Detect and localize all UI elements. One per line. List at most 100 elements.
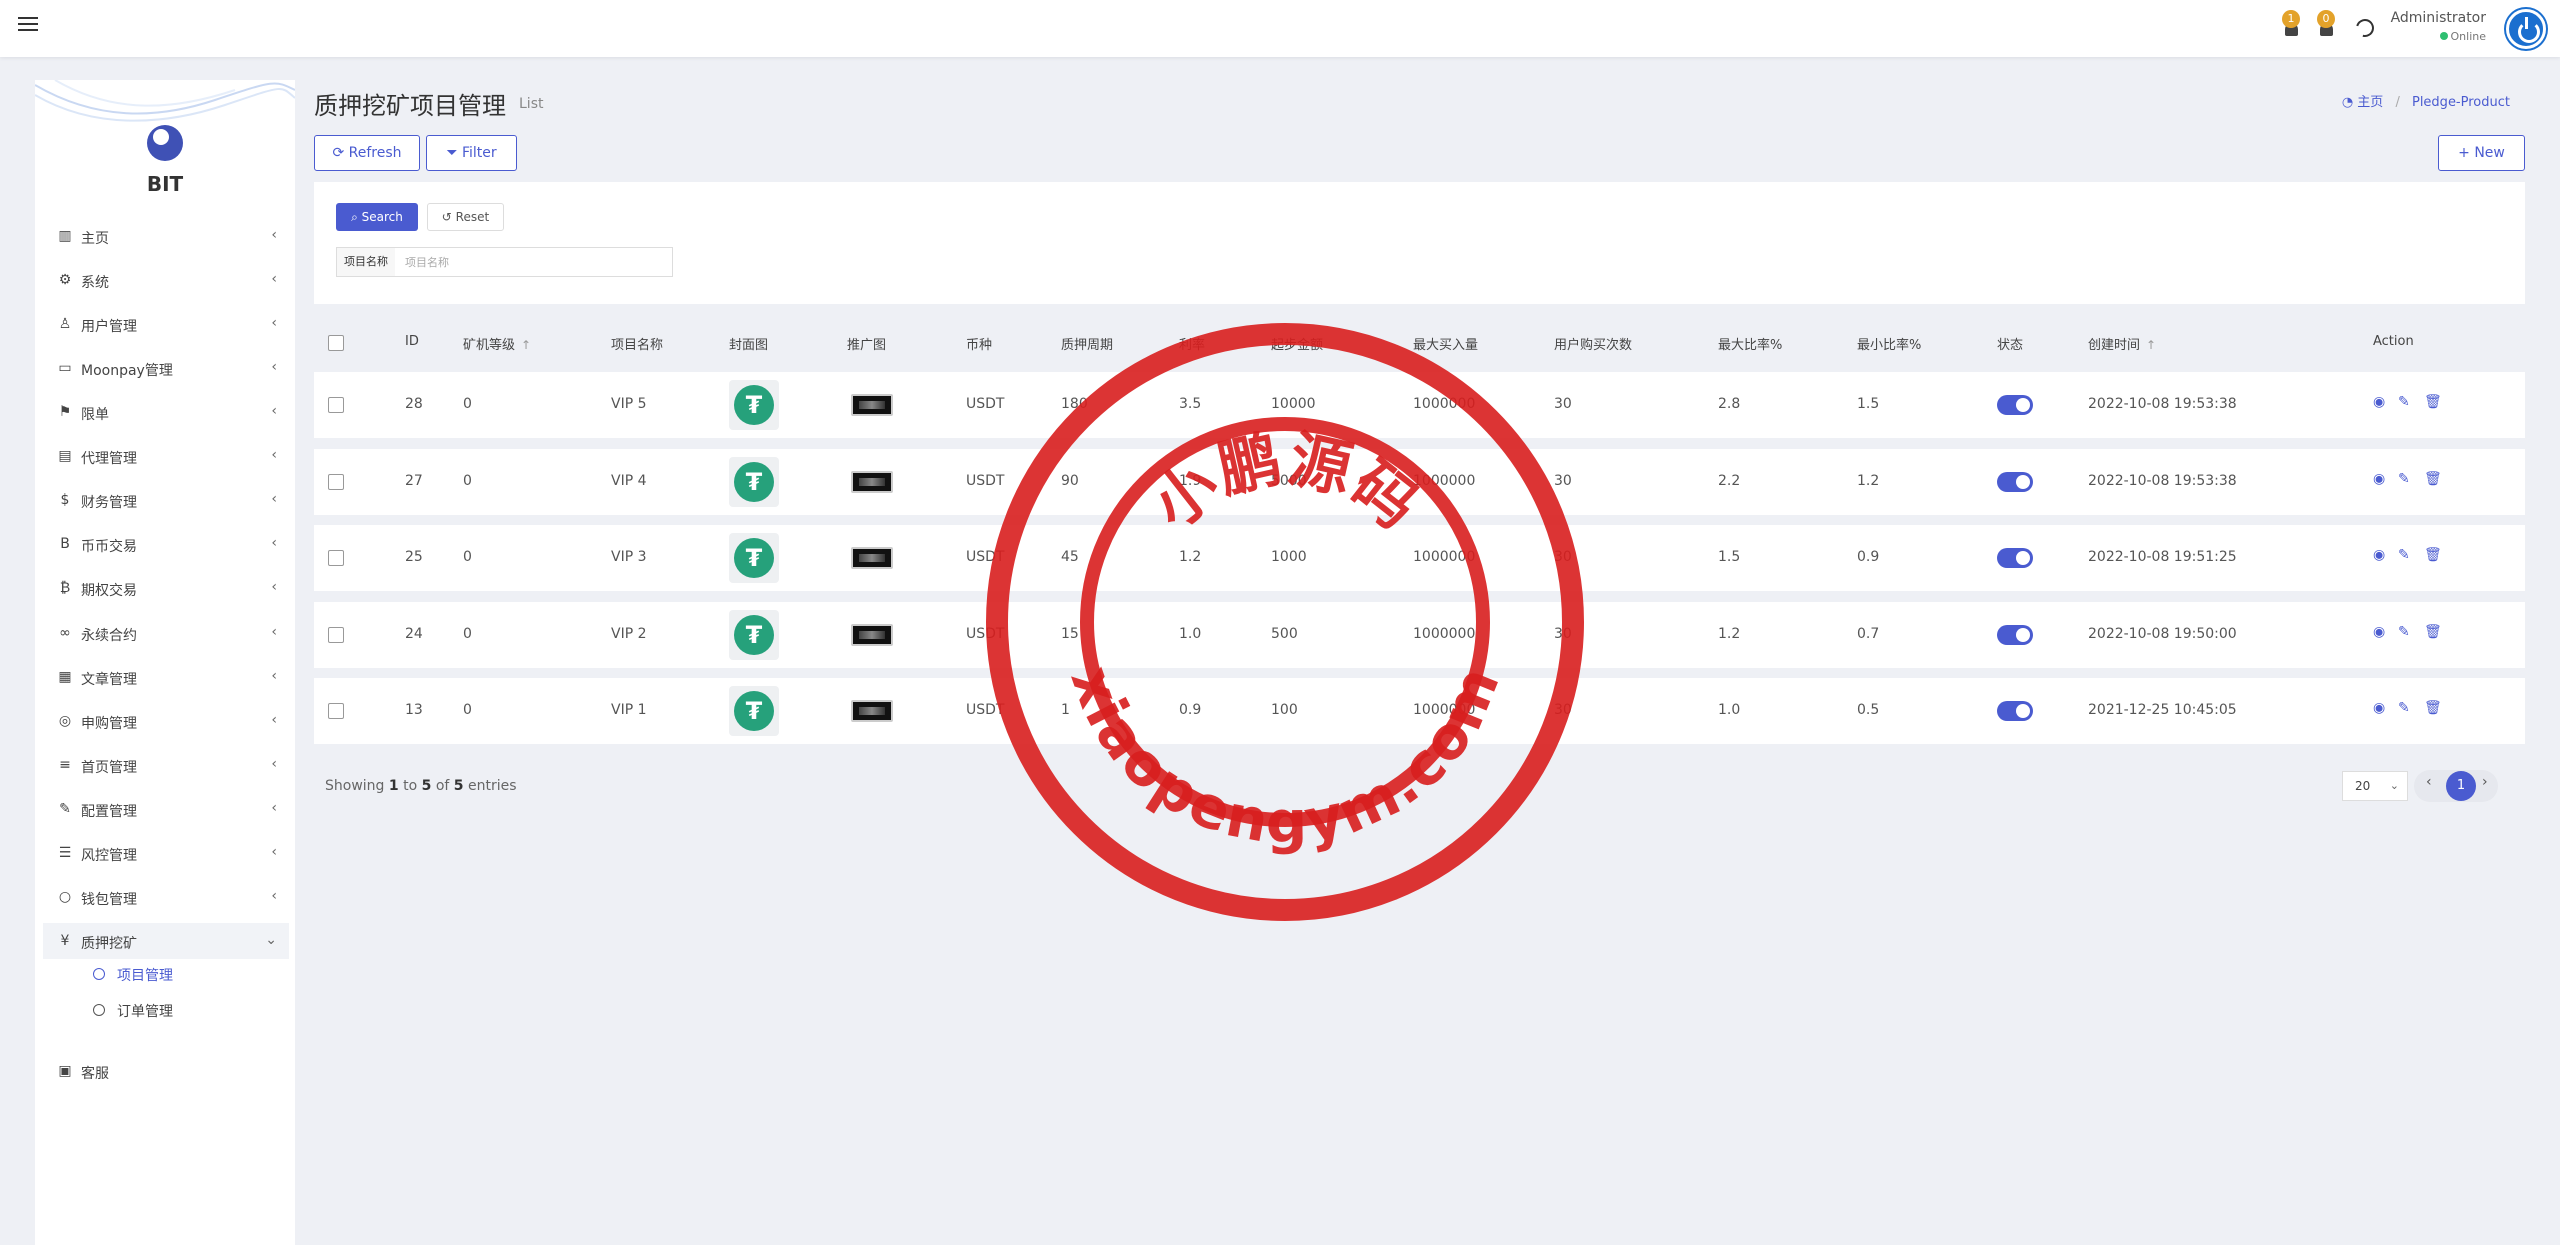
message-bell-icon[interactable]: 0 (2317, 10, 2339, 40)
row-checkbox[interactable] (328, 550, 344, 566)
hamburger-menu-icon[interactable] (18, 17, 38, 33)
sidebar-item-14[interactable]: ✎ 配置管理 ‹ (43, 791, 289, 827)
prev-page-icon[interactable]: ‹ (2426, 774, 2432, 790)
sidebar-item-2[interactable]: ⚙ 系统 ‹ (43, 262, 289, 298)
sidebar-item-15[interactable]: ☰ 风控管理 ‹ (43, 835, 289, 871)
status-toggle[interactable] (1997, 548, 2033, 568)
promo-image[interactable] (851, 471, 893, 493)
project-name-input[interactable] (395, 247, 673, 277)
delete-trash-icon[interactable]: 🗑 (2424, 624, 2442, 640)
reset-button[interactable]: ↺ Reset (427, 203, 504, 231)
sidebar-item-16[interactable]: ○ 钱包管理 ‹ (43, 879, 289, 915)
cell-min_ratio: 0.9 (1857, 549, 1880, 565)
cover-image[interactable]: ₮ (729, 686, 779, 736)
status-toggle[interactable] (1997, 472, 2033, 492)
sidebar-item-9[interactable]: ₿ 期权交易 ‹ (43, 570, 289, 606)
column-header-11: 用户购买次数 (1554, 334, 1632, 353)
filter-icon: ⏷ (446, 145, 458, 161)
page-1-button[interactable]: 1 (2446, 771, 2476, 801)
sort-arrow-icon[interactable]: ↑ (521, 338, 531, 352)
edit-pencil-icon[interactable]: ✎ (2398, 394, 2410, 410)
status-toggle[interactable] (1997, 395, 2033, 415)
view-eye-icon[interactable]: ◉ (2373, 394, 2385, 410)
cover-image[interactable]: ₮ (729, 457, 779, 507)
cell-max_ratio: 2.8 (1718, 396, 1741, 412)
sidebar-item-11[interactable]: ▦ 文章管理 ‹ (43, 659, 289, 695)
search-button[interactable]: ⌕ Search (336, 203, 418, 231)
cover-image[interactable]: ₮ (729, 610, 779, 660)
status-toggle[interactable] (1997, 625, 2033, 645)
column-header-15[interactable]: 创建时间 ↑ (2088, 334, 2156, 353)
select-all-checkbox[interactable] (328, 335, 344, 351)
sidebar-item-7[interactable]: $ 财务管理 ‹ (43, 482, 289, 518)
sidebar-item-1[interactable]: ▥ 主页 ‹ (43, 218, 289, 254)
view-eye-icon[interactable]: ◉ (2373, 700, 2385, 716)
cover-image[interactable]: ₮ (729, 533, 779, 583)
sidebar-item-4[interactable]: ▭ Moonpay管理 ‹ (43, 350, 289, 386)
column-header-label: 矿机等级 (463, 338, 516, 353)
column-header-13: 最小比率% (1857, 334, 1921, 353)
delete-trash-icon[interactable]: 🗑 (2424, 471, 2442, 487)
promo-image[interactable] (851, 394, 893, 416)
column-header-1: ID (405, 334, 419, 349)
sidebar-item-label: 申购管理 (81, 716, 137, 732)
sort-arrow-icon[interactable]: ↑ (2146, 338, 2156, 352)
row-checkbox[interactable] (328, 627, 344, 643)
sidebar-item-5[interactable]: ⚑ 限单 ‹ (43, 394, 289, 430)
tether-coin-icon: ₮ (734, 615, 774, 655)
tether-coin-icon: ₮ (734, 538, 774, 578)
view-eye-icon[interactable]: ◉ (2373, 547, 2385, 563)
promo-image[interactable] (851, 700, 893, 722)
notification-bell-icon[interactable]: 1 (2282, 10, 2304, 40)
new-label: New (2474, 145, 2505, 161)
next-page-icon[interactable]: › (2482, 774, 2488, 790)
chevron-left-icon: ‹ (271, 447, 277, 463)
edit-pencil-icon[interactable]: ✎ (2398, 547, 2410, 563)
delete-trash-icon[interactable]: 🗑 (2424, 394, 2442, 410)
sidebar-item-8[interactable]: B 币币交易 ‹ (43, 526, 289, 562)
edit-pencil-icon[interactable]: ✎ (2398, 471, 2410, 487)
chevron-left-icon: ‹ (271, 888, 277, 904)
breadcrumb-home[interactable]: 主页 (2357, 95, 2383, 110)
sidebar-item-6[interactable]: ▤ 代理管理 ‹ (43, 438, 289, 474)
delete-trash-icon[interactable]: 🗑 (2424, 547, 2442, 563)
sidebar-item-support[interactable]: ▣ 客服 (43, 1053, 289, 1089)
promo-image[interactable] (851, 547, 893, 569)
sidebar-item-label: 期权交易 (81, 583, 137, 599)
cell-period: 45 (1061, 549, 1079, 565)
cell-created: 2021-12-25 10:45:05 (2088, 702, 2237, 718)
table-row: 25 0 VIP 3 USDT 45 1.2 1000 1000000 30 1.5 0.9 ₮ 202… (314, 525, 2525, 591)
breadcrumb-current[interactable]: Pledge-Product (2412, 95, 2510, 110)
power-avatar-icon[interactable] (2506, 9, 2546, 49)
breadcrumb-separator: / (2395, 95, 2400, 110)
page-size-select[interactable]: 20 ⌄ (2342, 771, 2408, 801)
cell-max: 1000000 (1413, 702, 1476, 718)
new-button[interactable]: + New (2438, 135, 2525, 171)
row-checkbox[interactable] (328, 397, 344, 413)
edit-pencil-icon[interactable]: ✎ (2398, 700, 2410, 716)
edit-pencil-icon[interactable]: ✎ (2398, 624, 2410, 640)
column-header-2[interactable]: 矿机等级 ↑ (463, 334, 531, 353)
undo-icon: ↺ (441, 210, 452, 224)
view-eye-icon[interactable]: ◉ (2373, 471, 2385, 487)
cell-level: 0 (463, 396, 472, 412)
delete-trash-icon[interactable]: 🗑 (2424, 700, 2442, 716)
sidebar-item-3[interactable]: ♙ 用户管理 ‹ (43, 306, 289, 342)
cell-created: 2022-10-08 19:53:38 (2088, 473, 2237, 489)
sidebar-item-10[interactable]: ∞ 永续合约 ‹ (43, 615, 289, 651)
refresh-button[interactable]: ⟳ Refresh (314, 135, 420, 171)
status-toggle[interactable] (1997, 701, 2033, 721)
promo-image[interactable] (851, 624, 893, 646)
cover-image[interactable]: ₮ (729, 380, 779, 430)
view-eye-icon[interactable]: ◉ (2373, 624, 2385, 640)
sidebar-item-12[interactable]: ◎ 申购管理 ‹ (43, 703, 289, 739)
row-checkbox[interactable] (328, 703, 344, 719)
dark-mode-moon-icon[interactable] (2352, 15, 2378, 41)
column-header-10: 最大买入量 (1413, 334, 1478, 353)
sidebar-item-17[interactable]: ¥ 质押挖矿 ⌄ (43, 923, 289, 959)
row-checkbox[interactable] (328, 474, 344, 490)
admin-name[interactable]: Administrator (2391, 10, 2486, 26)
filter-button[interactable]: ⏷ Filter (426, 135, 517, 171)
sidebar-item-13[interactable]: ≡ 首页管理 ‹ (43, 747, 289, 783)
bitcoin-icon: B (60, 536, 70, 552)
